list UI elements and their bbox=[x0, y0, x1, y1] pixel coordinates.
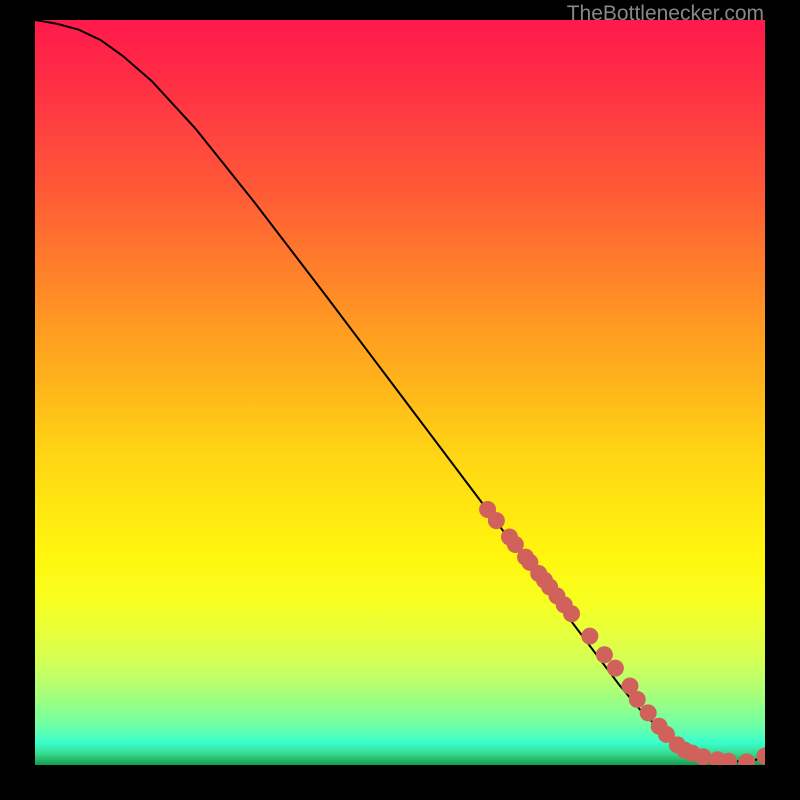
data-point bbox=[640, 704, 657, 721]
chart-svg bbox=[35, 20, 765, 765]
data-point bbox=[757, 748, 766, 765]
data-point bbox=[563, 605, 580, 622]
plot-area bbox=[35, 20, 765, 765]
data-point bbox=[596, 646, 613, 663]
watermark-text: TheBottlenecker.com bbox=[567, 2, 764, 26]
data-point bbox=[607, 660, 624, 677]
data-point bbox=[629, 691, 646, 708]
data-point-group bbox=[479, 501, 765, 765]
data-point bbox=[488, 512, 505, 529]
chart-container: TheBottlenecker.com bbox=[0, 0, 800, 800]
data-point bbox=[738, 754, 755, 765]
data-point bbox=[694, 748, 711, 765]
bottleneck-curve bbox=[35, 20, 765, 762]
data-point bbox=[581, 628, 598, 645]
